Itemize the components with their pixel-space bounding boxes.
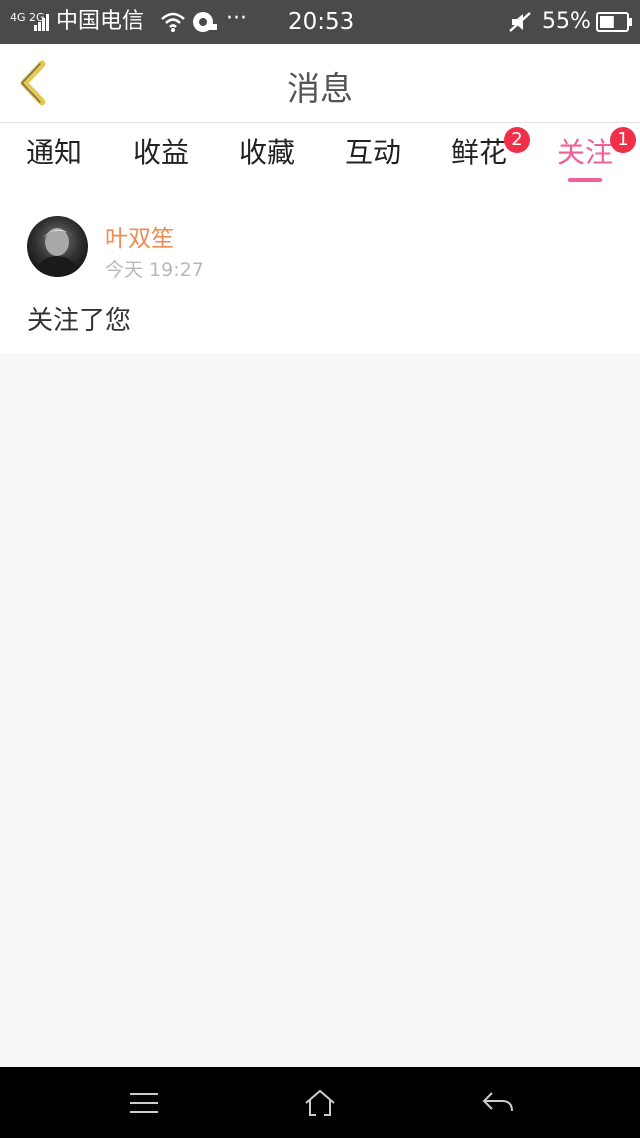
tab-label: 鲜花 xyxy=(450,136,507,169)
active-tab-indicator xyxy=(568,178,602,182)
status-time: 20:53 xyxy=(288,9,355,35)
battery-percent: 55% xyxy=(542,9,591,34)
wifi-icon xyxy=(161,12,185,32)
avatar[interactable] xyxy=(27,216,88,277)
unread-badge: 1 xyxy=(610,127,636,153)
tab-earnings[interactable]: 收益 xyxy=(131,133,191,181)
signal-icon xyxy=(34,14,49,31)
tab-following[interactable]: 关注 1 xyxy=(555,127,636,182)
more-dots: ··· xyxy=(226,6,247,31)
page-title: 消息 xyxy=(287,69,353,108)
mute-icon xyxy=(509,12,531,32)
username[interactable]: 叶双笙 xyxy=(105,219,174,253)
tab-label: 收藏 xyxy=(238,136,295,169)
tab-notifications[interactable]: 通知 xyxy=(24,133,84,181)
back-icon[interactable] xyxy=(478,1087,518,1119)
message-time: 今天 19:27 xyxy=(105,259,204,281)
system-nav-bar xyxy=(0,1067,640,1138)
notification-icon xyxy=(193,12,217,32)
message-item[interactable]: 叶双笙 今天 19:27 关注了您 xyxy=(0,191,640,353)
avatar-image xyxy=(35,228,81,277)
tab-favorites[interactable]: 收藏 xyxy=(237,133,297,181)
home-icon[interactable] xyxy=(300,1087,340,1119)
battery-icon xyxy=(596,12,632,32)
tab-label: 通知 xyxy=(25,136,82,169)
menu-icon[interactable] xyxy=(124,1087,164,1119)
carrier-label: 中国电信 xyxy=(56,9,145,34)
unread-badge: 2 xyxy=(504,127,530,153)
tab-interactions[interactable]: 互动 xyxy=(343,133,403,181)
tab-label: 收益 xyxy=(132,136,189,169)
app-header: 消息 xyxy=(0,44,640,123)
tab-label: 互动 xyxy=(344,136,401,169)
tab-bar: 通知 收益 收藏 互动 鲜花 2 关注 1 xyxy=(0,123,640,191)
message-text: 关注了您 xyxy=(27,306,132,336)
tab-label: 关注 xyxy=(556,136,613,169)
tab-flowers[interactable]: 鲜花 2 xyxy=(449,127,530,181)
status-bar: 4G 2G 中国电信 ··· 20:53 55% xyxy=(0,0,640,44)
